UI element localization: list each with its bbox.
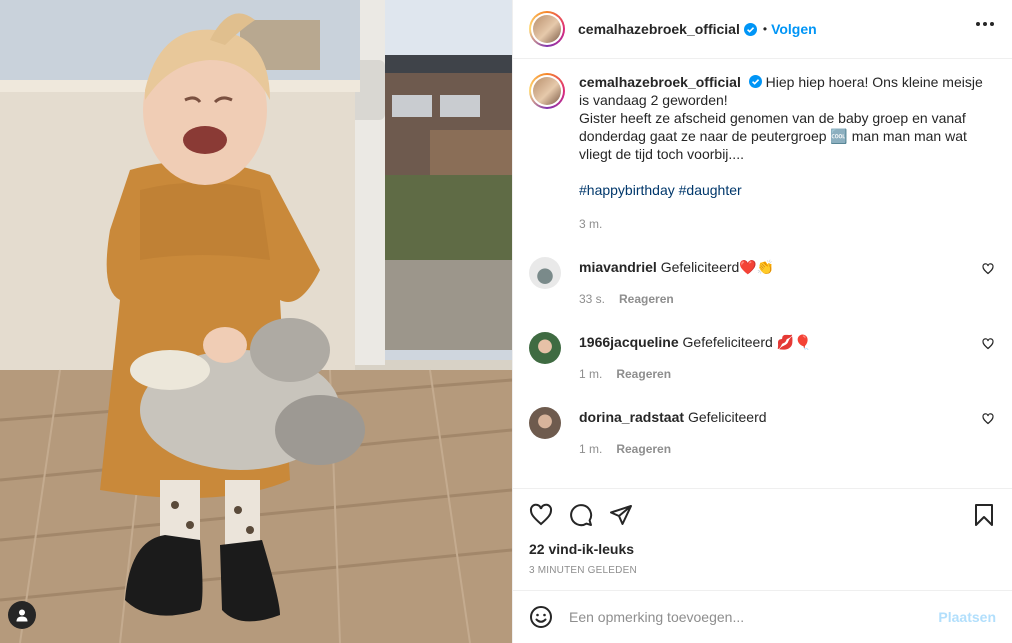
- post-timestamp: 3 MINUTEN GELEDEN: [529, 565, 637, 576]
- paper-plane-icon[interactable]: [609, 503, 633, 527]
- commenter-username[interactable]: dorina_radstaat: [579, 409, 684, 425]
- caption-text-line2: Gister heeft ze afscheid genomen van de …: [579, 110, 967, 162]
- post-comment-button[interactable]: Plaatsen: [938, 609, 996, 625]
- photo-illustration: [0, 0, 512, 643]
- more-options-icon[interactable]: [976, 22, 994, 28]
- verified-badge-icon: [748, 75, 762, 88]
- caption-timestamp: 3 m.: [579, 217, 603, 231]
- comment-text: Gefefeliciteerd 💋🎈: [682, 334, 812, 350]
- comment-text: Gefeliciteerd: [687, 409, 767, 425]
- comment-item: miavandriel Gefeliciteerd❤️👏 33 s. Reager…: [529, 257, 996, 308]
- caption-author-avatar[interactable]: [529, 73, 565, 109]
- comment-text: Gefeliciteerd❤️👏: [660, 259, 775, 275]
- comment-time: 1 m.: [579, 442, 603, 456]
- user-tag-icon: [16, 609, 28, 622]
- commenter-username[interactable]: miavandriel: [579, 259, 657, 275]
- commenter-avatar[interactable]: [529, 332, 561, 364]
- post-photo[interactable]: [0, 0, 512, 643]
- caption-username[interactable]: cemalhazebroek_official: [579, 74, 741, 90]
- comment-bubble-icon[interactable]: [569, 503, 593, 527]
- like-count[interactable]: 22 vind-ik-leuks: [513, 541, 1012, 557]
- heart-icon[interactable]: [529, 503, 553, 527]
- follow-button[interactable]: Volgen: [771, 21, 817, 37]
- comments-feed[interactable]: cemalhazebroek_official Hiep hiep hoera!…: [513, 59, 1012, 489]
- comment-heart-icon[interactable]: [982, 413, 994, 425]
- post-dialog: cemalhazebroek_official • Volgen cemalha…: [0, 0, 1012, 643]
- author-username[interactable]: cemalhazebroek_official: [578, 21, 740, 37]
- post-side-panel: cemalhazebroek_official • Volgen cemalha…: [512, 0, 1012, 643]
- caption-hashtags[interactable]: #happybirthday #daughter: [579, 181, 989, 199]
- verified-badge-icon: [743, 22, 757, 36]
- comment-input[interactable]: [569, 609, 939, 625]
- post-actions: [513, 489, 1012, 541]
- comment-time: 1 m.: [579, 367, 603, 381]
- tag-people-button[interactable]: [8, 601, 36, 629]
- commenter-avatar[interactable]: [529, 407, 561, 439]
- comment-item: 1966jacqueline Gefefeliciteerd 💋🎈 1 m. Re…: [529, 332, 996, 383]
- reply-button[interactable]: Reageren: [619, 292, 674, 306]
- comment-heart-icon[interactable]: [982, 338, 994, 350]
- commenter-avatar[interactable]: [529, 257, 561, 289]
- reply-button[interactable]: Reageren: [616, 367, 671, 381]
- add-comment-bar: Plaatsen: [513, 590, 1012, 643]
- reply-button[interactable]: Reageren: [616, 442, 671, 456]
- comment-item: dorina_radstaat Gefeliciteerd 1 m. Reager…: [529, 407, 996, 458]
- bookmark-icon[interactable]: [972, 503, 996, 527]
- post-caption: cemalhazebroek_official Hiep hiep hoera!…: [529, 73, 996, 233]
- post-header: cemalhazebroek_official • Volgen: [513, 0, 1012, 59]
- comment-time: 33 s.: [579, 292, 606, 306]
- author-avatar[interactable]: [529, 11, 565, 47]
- comment-heart-icon[interactable]: [982, 263, 994, 275]
- emoji-icon[interactable]: [529, 605, 553, 629]
- commenter-username[interactable]: 1966jacqueline: [579, 334, 679, 350]
- separator-dot: •: [762, 22, 768, 36]
